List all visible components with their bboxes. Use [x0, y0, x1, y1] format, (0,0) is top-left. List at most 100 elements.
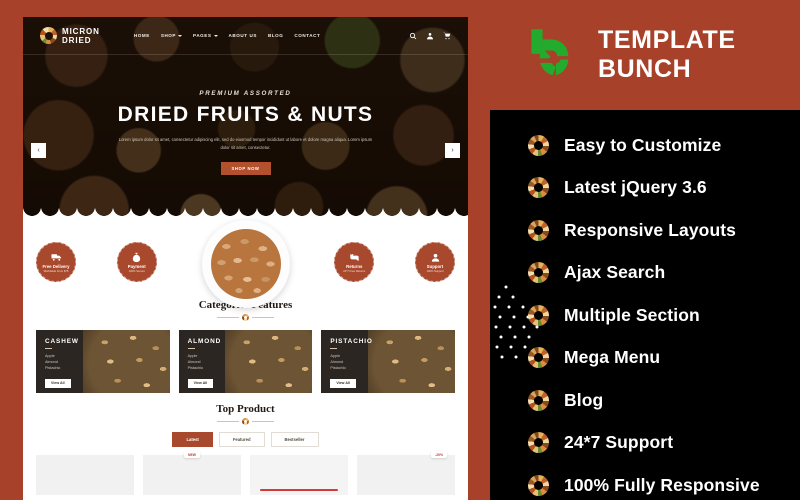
category-item[interactable]: Pistachio: [330, 365, 455, 371]
almond-bowl-image: [201, 220, 290, 308]
feature-label: Blog: [564, 389, 604, 410]
template-bunch-logo-icon: [528, 27, 584, 83]
nuts-wreath-bullet-icon: [528, 134, 549, 156]
nav-item-pages[interactable]: PAGES: [193, 33, 218, 38]
nav-item-blog[interactable]: BLOG: [268, 33, 283, 38]
view-all-button[interactable]: View All: [45, 378, 71, 388]
divider-line-right: [252, 421, 274, 422]
feature-label: Responsive Layouts: [564, 219, 736, 240]
category-title: CASHEW: [45, 338, 79, 345]
website-preview-panel: MICRON DRIED HOME SHOP PAGES ABOUT US BL…: [0, 0, 490, 500]
title-rule: [330, 348, 338, 349]
category-card-pistachio[interactable]: PISTACHIO Apple Almond Pistachio View Al…: [321, 330, 456, 393]
badge-title: Support: [426, 263, 444, 269]
nav-label: BLOG: [267, 33, 284, 38]
chevron-left-icon: ‹: [37, 147, 40, 154]
brand-name: TEMPLATE BUNCH: [598, 26, 736, 83]
feature-item-support: 24*7 Support: [528, 422, 800, 465]
tab-latest[interactable]: Latest: [172, 432, 213, 447]
nuts-wreath-bullet-icon: [528, 177, 549, 199]
badge-payment[interactable]: Payment 100% Secure: [116, 242, 157, 282]
category-item[interactable]: Pistachio: [188, 365, 313, 371]
nuts-wreath-bullet-icon: [528, 219, 549, 241]
website-mockup: MICRON DRIED HOME SHOP PAGES ABOUT US BL…: [23, 17, 468, 500]
badge-subtitle: Worldwide From $75: [43, 269, 69, 273]
product-card[interactable]: -20%: [357, 451, 455, 495]
nuts-wreath-bullet-icon: [528, 389, 549, 411]
shop-now-button[interactable]: SHOP NOW: [220, 162, 271, 175]
badge-free-delivery[interactable]: Free Delivery Worldwide From $75: [36, 242, 76, 282]
divider-line-right: [252, 317, 274, 318]
divider-wreath-icon: [242, 418, 249, 425]
feature-list: Easy to Customize Latest jQuery 3.6 Resp…: [490, 110, 800, 500]
chevron-down-icon: [213, 34, 218, 37]
badge-title: Payment: [127, 263, 146, 269]
site-header: MICRON DRIED HOME SHOP PAGES ABOUT US BL…: [23, 17, 468, 55]
slider-next-button[interactable]: ›: [445, 143, 460, 158]
view-all-button[interactable]: View All: [187, 378, 214, 388]
product-card[interactable]: [250, 455, 348, 495]
category-title: ALMOND: [187, 338, 222, 345]
nav-label: CONTACT: [294, 33, 321, 38]
money-bag-icon: [131, 252, 142, 263]
view-all-button[interactable]: View All: [330, 378, 356, 388]
user-account-icon[interactable]: [426, 32, 434, 40]
return-icon: [349, 252, 360, 263]
screenshot-root: MICRON DRIED HOME SHOP PAGES ABOUT US BL…: [0, 0, 800, 500]
nav-label: HOME: [133, 33, 150, 38]
badge-subtitle: 100% Support: [426, 269, 444, 273]
nuts-wreath-bullet-icon: [528, 474, 549, 496]
feature-item-latest-jquery: Latest jQuery 3.6: [528, 167, 800, 210]
divider-wreath-icon: [242, 314, 249, 321]
nav-label: ABOUT US: [228, 33, 257, 38]
search-icon[interactable]: [409, 32, 417, 40]
product-card[interactable]: NEW: [143, 451, 241, 495]
nav-item-contact[interactable]: CONTACT: [294, 33, 320, 38]
nuts-wreath-bullet-icon: [528, 347, 549, 369]
nav-item-about-us[interactable]: ABOUT US: [229, 33, 257, 38]
badge-returns[interactable]: Returns 24*7 Free Returns: [334, 242, 375, 282]
logo-line-2: DRIED: [62, 35, 92, 45]
nav-item-shop[interactable]: SHOP: [160, 33, 183, 38]
nav-label: PAGES: [193, 33, 212, 38]
feature-item-responsive-layouts: Responsive Layouts: [528, 209, 800, 252]
slider-prev-button[interactable]: ‹: [31, 143, 46, 158]
site-logo-text: MICRON DRIED: [62, 27, 100, 45]
new-badge: NEW: [184, 451, 200, 459]
badge-subtitle: 100% Secure: [128, 269, 145, 273]
tab-featured[interactable]: Featured: [218, 432, 265, 447]
category-card-cashew[interactable]: CASHEW Apple Almond Pistachio View All: [36, 330, 170, 393]
category-title: PISTACHIO: [330, 338, 373, 345]
nuts-wreath-bullet-icon: [528, 262, 549, 284]
hero-paragraph: Lorem ipsum dolor sit amet, consectetur …: [118, 137, 373, 150]
nav-label: SHOP: [160, 33, 177, 38]
header-icon-group: [409, 32, 451, 40]
nav-item-home[interactable]: HOME: [134, 33, 150, 38]
product-card[interactable]: [36, 455, 134, 495]
category-cards: CASHEW Apple Almond Pistachio View All A…: [23, 321, 468, 393]
feature-label: Multiple Section: [564, 304, 700, 325]
feature-item-easy-to-customize: Easy to Customize: [528, 124, 800, 167]
hero-title: DRIED FRUITS & NUTS: [117, 103, 374, 126]
category-item[interactable]: Pistachio: [45, 365, 170, 371]
site-logo[interactable]: MICRON DRIED: [40, 27, 100, 45]
section-divider-top-product: [23, 418, 468, 425]
chevron-right-icon: ›: [451, 147, 454, 154]
feature-item-blog: Blog: [528, 379, 800, 422]
discount-badge: -20%: [431, 451, 447, 459]
nuts-wreath-bullet-icon: [528, 304, 549, 326]
title-rule: [187, 348, 195, 349]
shopping-cart-icon[interactable]: [443, 32, 451, 40]
badge-support[interactable]: Support 100% Support: [415, 242, 455, 282]
chevron-down-icon: [178, 34, 183, 37]
truck-icon: [50, 252, 62, 263]
feature-label: 100% Fully Responsive: [564, 474, 760, 495]
tab-bestseller[interactable]: Bestseller: [270, 432, 319, 447]
category-card-almond[interactable]: ALMOND Apple Almond Pistachio View All: [178, 330, 313, 393]
hero-eyebrow: PREMIUM ASSORTED: [199, 90, 292, 97]
logo-line-1: MICRON: [62, 26, 100, 36]
nuts-wreath-bullet-icon: [528, 432, 549, 454]
feature-item-ajax-search: Ajax Search: [528, 252, 800, 295]
main-navigation: HOME SHOP PAGES ABOUT US BLOG CONTACT: [134, 33, 321, 38]
title-rule: [45, 348, 52, 349]
